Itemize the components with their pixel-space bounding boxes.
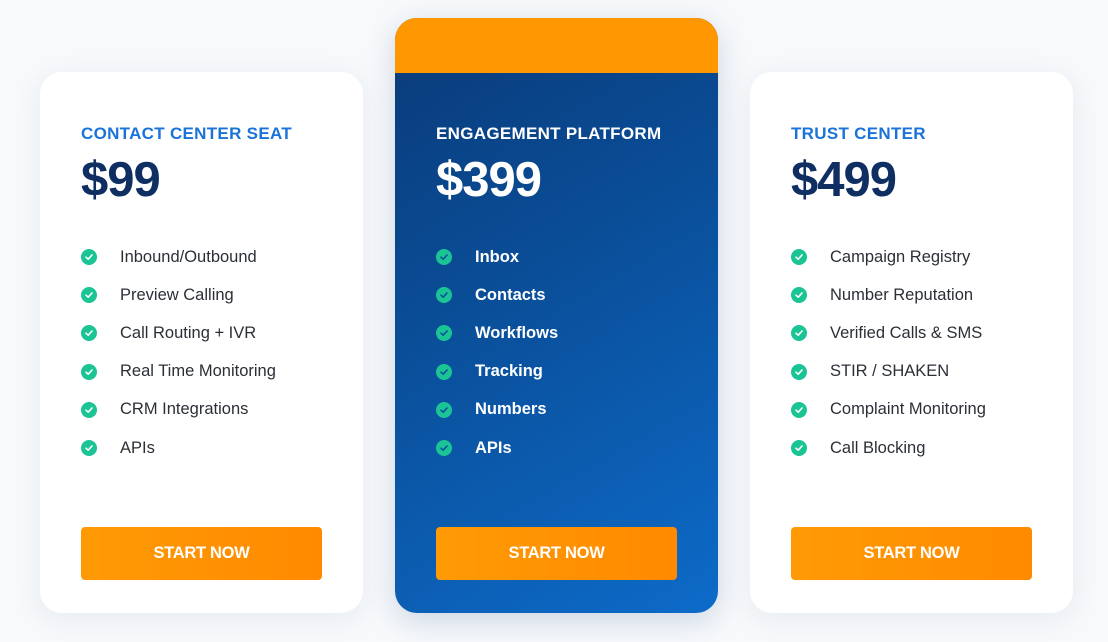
check-circle-icon bbox=[436, 401, 452, 418]
pricing-card-engagement-platform: ENGAGEMENT PLATFORM $399 Inbox Contacts … bbox=[395, 18, 718, 613]
feature-item: Campaign Registry bbox=[791, 238, 986, 276]
feature-item: Real Time Monitoring bbox=[81, 353, 276, 391]
check-circle-icon bbox=[791, 325, 807, 342]
feature-item: Tracking bbox=[436, 353, 558, 391]
feature-label: Real Time Monitoring bbox=[120, 362, 276, 381]
feature-item: APIs bbox=[436, 429, 558, 467]
feature-item: Verified Calls & SMS bbox=[791, 314, 986, 352]
check-circle-icon bbox=[791, 363, 807, 380]
pricing-card-trust-center: TRUST CENTER $499 Campaign Registry Numb… bbox=[750, 72, 1073, 613]
feature-item: CRM Integrations bbox=[81, 391, 276, 429]
feature-item: STIR / SHAKEN bbox=[791, 353, 986, 391]
feature-item: APIs bbox=[81, 429, 276, 467]
feature-label: Preview Calling bbox=[120, 285, 234, 304]
feature-label: Contacts bbox=[475, 285, 546, 304]
feature-label: Tracking bbox=[475, 362, 543, 381]
feature-item: Inbox bbox=[436, 238, 558, 276]
feature-item: Number Reputation bbox=[791, 276, 986, 314]
pricing-card-contact-center-seat: CONTACT CENTER SEAT $99 Inbound/Outbound… bbox=[40, 72, 363, 613]
check-circle-icon bbox=[81, 287, 97, 304]
feature-item: Complaint Monitoring bbox=[791, 391, 986, 429]
feature-item: Numbers bbox=[436, 391, 558, 429]
feature-list: Inbox Contacts Workflows Tracking Number… bbox=[436, 238, 558, 467]
plan-price: $399 bbox=[436, 153, 542, 207]
feature-item: Call Routing + IVR bbox=[81, 314, 276, 352]
feature-label: Inbound/Outbound bbox=[120, 247, 257, 266]
check-circle-icon bbox=[436, 325, 452, 342]
feature-list: Inbound/Outbound Preview Calling Call Ro… bbox=[81, 238, 276, 467]
feature-label: Workflows bbox=[475, 323, 559, 342]
check-circle-icon bbox=[81, 249, 97, 266]
feature-label: Verified Calls & SMS bbox=[830, 323, 983, 342]
feature-label: Inbox bbox=[475, 247, 519, 266]
featured-highlight-band bbox=[395, 18, 718, 73]
check-circle-icon bbox=[436, 440, 452, 457]
feature-label: APIs bbox=[120, 438, 155, 457]
plan-price: $99 bbox=[81, 153, 161, 207]
check-circle-icon bbox=[81, 325, 97, 342]
start-now-button[interactable]: START NOW bbox=[81, 527, 322, 580]
feature-item: Contacts bbox=[436, 276, 558, 314]
check-circle-icon bbox=[81, 440, 97, 457]
feature-label: APIs bbox=[475, 438, 512, 457]
start-now-button[interactable]: START NOW bbox=[791, 527, 1032, 580]
plan-name: CONTACT CENTER SEAT bbox=[81, 124, 292, 143]
feature-label: Complaint Monitoring bbox=[830, 400, 986, 419]
feature-label: Call Routing + IVR bbox=[120, 323, 257, 342]
check-circle-icon bbox=[436, 249, 452, 266]
check-circle-icon bbox=[791, 287, 807, 304]
feature-item: Preview Calling bbox=[81, 276, 276, 314]
plan-name: TRUST CENTER bbox=[791, 124, 926, 143]
feature-item: Inbound/Outbound bbox=[81, 238, 276, 276]
feature-label: Numbers bbox=[475, 400, 547, 419]
check-circle-icon bbox=[791, 249, 807, 266]
check-circle-icon bbox=[436, 363, 452, 380]
feature-label: STIR / SHAKEN bbox=[830, 362, 950, 381]
check-circle-icon bbox=[791, 440, 807, 457]
feature-label: Call Blocking bbox=[830, 438, 926, 457]
feature-label: Campaign Registry bbox=[830, 247, 971, 266]
plan-price: $499 bbox=[791, 153, 897, 207]
feature-item: Call Blocking bbox=[791, 429, 986, 467]
check-circle-icon bbox=[791, 401, 807, 418]
check-circle-icon bbox=[436, 287, 452, 304]
start-now-button[interactable]: START NOW bbox=[436, 527, 677, 580]
check-circle-icon bbox=[81, 363, 97, 380]
feature-label: CRM Integrations bbox=[120, 400, 249, 419]
feature-label: Number Reputation bbox=[830, 285, 974, 304]
feature-item: Workflows bbox=[436, 314, 558, 352]
check-circle-icon bbox=[81, 401, 97, 418]
plan-name: ENGAGEMENT PLATFORM bbox=[436, 124, 662, 143]
feature-list: Campaign Registry Number Reputation Veri… bbox=[791, 238, 986, 467]
